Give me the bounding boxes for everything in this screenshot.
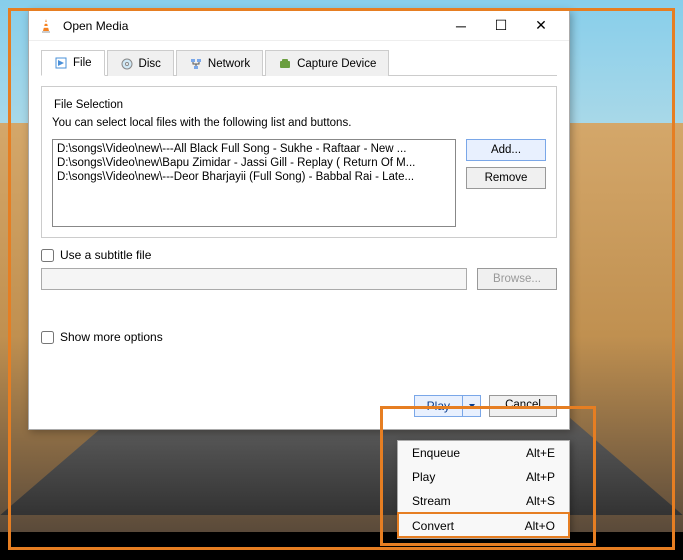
menu-item-play[interactable]: Play Alt+P xyxy=(398,465,569,489)
show-more-checkbox[interactable] xyxy=(41,331,54,344)
file-list[interactable]: D:\songs\Video\new\---All Black Full Son… xyxy=(52,139,456,227)
file-list-item[interactable]: D:\songs\Video\new\---Deor Bharjayii (Fu… xyxy=(55,170,453,184)
menu-shortcut: Alt+E xyxy=(526,446,555,460)
subtitle-path-input xyxy=(41,268,467,290)
window-title: Open Media xyxy=(63,19,441,33)
minimize-button[interactable]: ─ xyxy=(441,12,481,40)
vlc-icon xyxy=(37,17,55,35)
tab-file-label: File xyxy=(73,57,92,69)
tab-capture-label: Capture Device xyxy=(297,58,376,70)
menu-item-enqueue[interactable]: Enqueue Alt+E xyxy=(398,441,569,465)
capture-icon xyxy=(278,57,292,71)
play-button[interactable]: Play xyxy=(414,395,463,417)
file-selection-legend: File Selection xyxy=(50,99,127,111)
dialog-content: File Disc Network Capture Device File Se… xyxy=(29,41,569,352)
play-split-button: Play xyxy=(414,395,481,417)
close-button[interactable]: ✕ xyxy=(521,12,561,40)
menu-shortcut: Alt+P xyxy=(526,470,555,484)
cancel-button[interactable]: Cancel xyxy=(489,395,557,417)
maximize-button[interactable]: ☐ xyxy=(481,12,521,40)
menu-label: Convert xyxy=(412,519,454,533)
file-list-item[interactable]: D:\songs\Video\new\---All Black Full Son… xyxy=(55,142,453,156)
menu-item-stream[interactable]: Stream Alt+S xyxy=(398,489,569,513)
source-tabs: File Disc Network Capture Device xyxy=(41,49,557,76)
tab-file[interactable]: File xyxy=(41,50,105,76)
add-button[interactable]: Add... xyxy=(466,139,546,161)
show-more-row: Show more options xyxy=(41,330,557,344)
menu-item-convert[interactable]: Convert Alt+O xyxy=(398,514,569,538)
remove-button[interactable]: Remove xyxy=(466,167,546,189)
file-selection-fieldset: File Selection You can select local file… xyxy=(41,86,557,238)
menu-shortcut: Alt+O xyxy=(525,519,555,533)
tab-network-label: Network xyxy=(208,58,250,70)
subtitle-browse-button: Browse... xyxy=(477,268,557,290)
menu-label: Stream xyxy=(412,494,451,508)
file-icon xyxy=(54,56,68,70)
titlebar: Open Media ─ ☐ ✕ xyxy=(29,11,569,41)
network-icon xyxy=(189,57,203,71)
file-selection-hint: You can select local files with the foll… xyxy=(52,117,546,129)
tab-network[interactable]: Network xyxy=(176,50,263,76)
tab-disc[interactable]: Disc xyxy=(107,50,174,76)
disc-icon xyxy=(120,57,134,71)
subtitle-label: Use a subtitle file xyxy=(60,248,151,262)
show-more-label: Show more options xyxy=(60,330,163,344)
window-controls: ─ ☐ ✕ xyxy=(441,12,561,40)
subtitle-checkbox[interactable] xyxy=(41,249,54,262)
play-dropdown-menu: Enqueue Alt+E Play Alt+P Stream Alt+S Co… xyxy=(397,440,570,539)
tab-disc-label: Disc xyxy=(139,58,161,70)
subtitle-checkbox-row: Use a subtitle file xyxy=(41,248,557,262)
file-list-item[interactable]: D:\songs\Video\new\Bapu Zimidar - Jassi … xyxy=(55,156,453,170)
menu-label: Enqueue xyxy=(412,446,460,460)
footer-buttons: Play Cancel xyxy=(414,395,557,417)
open-media-dialog: Open Media ─ ☐ ✕ File Disc Network Captu… xyxy=(28,10,570,430)
menu-shortcut: Alt+S xyxy=(526,494,555,508)
tab-capture[interactable]: Capture Device xyxy=(265,50,389,76)
play-dropdown-toggle[interactable] xyxy=(463,395,481,417)
menu-label: Play xyxy=(412,470,435,484)
